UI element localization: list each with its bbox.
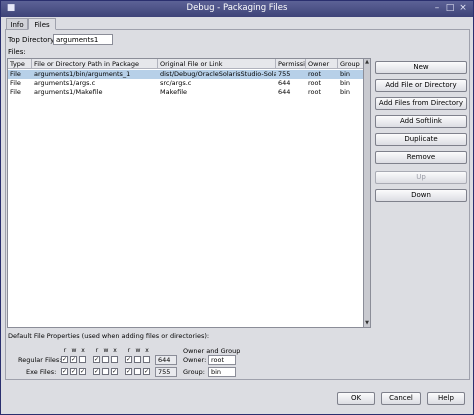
exe-files-label: Exe Files: (26, 368, 57, 376)
help-button[interactable]: Help (427, 392, 465, 405)
owner-input[interactable]: root (208, 355, 236, 365)
cell-type: File (10, 70, 21, 78)
group-label: Group: (183, 368, 205, 376)
title-bar[interactable]: ■ Debug - Packaging Files – □ × (1, 1, 473, 17)
cell-original: src/args.c (160, 79, 192, 87)
cell-original: Makefile (160, 88, 188, 96)
exe-owner-write-checkbox[interactable]: ✓ (70, 368, 77, 375)
exe-group-read-checkbox[interactable]: ✓ (93, 368, 100, 375)
perm-letter-r: r (127, 347, 131, 354)
down-button[interactable]: Down (375, 189, 467, 202)
default-properties-title: Default File Properties (used when addin… (8, 332, 210, 340)
table-vertical-scrollbar[interactable]: ▲ ▼ (363, 58, 371, 328)
regular-group-read-checkbox[interactable]: ✓ (93, 356, 100, 363)
exe-other-read-checkbox[interactable]: ✓ (125, 368, 132, 375)
column-header-permissions[interactable]: Permissi... (276, 59, 306, 69)
perm-letter-x: x (81, 347, 85, 354)
maximize-icon[interactable]: □ (444, 3, 456, 14)
exe-group-exec-checkbox[interactable]: ✓ (111, 368, 118, 375)
cell-permissions: 644 (278, 88, 291, 96)
exe-owner-read-checkbox[interactable]: ✓ (61, 368, 68, 375)
perm-letter-x: x (113, 347, 117, 354)
add-softlink-button[interactable]: Add Softlink (375, 115, 467, 128)
cell-permissions: 644 (278, 79, 291, 87)
regular-other-write-checkbox[interactable] (134, 356, 141, 363)
cell-permissions: 755 (278, 70, 291, 78)
perm-letter-w: w (135, 347, 141, 354)
regular-owner-read-checkbox[interactable]: ✓ (61, 356, 68, 363)
regular-files-label: Regular Files: (18, 356, 62, 364)
regular-other-exec-checkbox[interactable] (143, 356, 150, 363)
column-header-owner[interactable]: Owner (306, 59, 338, 69)
perm-letter-r: r (95, 347, 99, 354)
table-row[interactable]: File arguments1/args.c src/args.c 644 ro… (8, 79, 369, 88)
perm-letter-w: w (103, 347, 109, 354)
cell-path: arguments1/bin/arguments_1 (34, 70, 131, 78)
table-row[interactable]: File arguments1/Makefile Makefile 644 ro… (8, 88, 369, 97)
perm-letter-w: w (71, 347, 77, 354)
group-input[interactable]: bin (208, 367, 236, 377)
exe-group-write-checkbox[interactable] (102, 368, 109, 375)
column-header-path[interactable]: File or Directory Path in Package (32, 59, 158, 69)
cell-owner: root (308, 79, 322, 87)
cell-path: arguments1/Makefile (34, 88, 103, 96)
regular-other-read-checkbox[interactable]: ✓ (125, 356, 132, 363)
remove-button[interactable]: Remove (375, 151, 467, 164)
scroll-down-arrow-icon[interactable]: ▼ (364, 320, 370, 327)
cell-owner: root (308, 70, 322, 78)
regular-group-write-checkbox[interactable] (102, 356, 109, 363)
tab-files[interactable]: Files (28, 18, 56, 30)
regular-owner-exec-checkbox[interactable] (79, 356, 86, 363)
regular-permission-value: 644 (155, 355, 177, 365)
window-title: Debug - Packaging Files (186, 3, 288, 13)
regular-group-exec-checkbox[interactable] (111, 356, 118, 363)
exe-other-exec-checkbox[interactable]: ✓ (143, 368, 150, 375)
duplicate-button[interactable]: Duplicate (375, 133, 467, 146)
owner-label: Owner: (183, 356, 207, 364)
new-button[interactable]: New (375, 61, 467, 74)
packaging-files-dialog: ■ Debug - Packaging Files – □ × Info Fil… (0, 0, 474, 415)
top-directory-label: Top Directory: (8, 36, 57, 44)
cell-original: dist/Debug/OracleSolarisStudio-Solari... (160, 70, 276, 78)
up-button[interactable]: Up (375, 171, 467, 184)
cell-type: File (10, 88, 21, 96)
ok-button[interactable]: OK (337, 392, 375, 405)
cancel-button[interactable]: Cancel (381, 392, 421, 405)
table-header: Type File or Directory Path in Package O… (8, 59, 369, 69)
table-row[interactable]: File arguments1/bin/arguments_1 dist/Deb… (8, 70, 369, 79)
add-file-or-directory-button[interactable]: Add File or Directory (375, 79, 467, 92)
cell-type: File (10, 79, 21, 87)
scroll-up-arrow-icon[interactable]: ▲ (364, 59, 370, 66)
exe-permission-value: 755 (155, 367, 177, 377)
files-label: Files: (8, 48, 26, 56)
perm-letter-x: x (145, 347, 149, 354)
cell-owner: root (308, 88, 322, 96)
add-files-from-directory-button[interactable]: Add Files from Directory (375, 97, 467, 110)
column-header-original[interactable]: Original File or Link (158, 59, 276, 69)
files-table[interactable]: Type File or Directory Path in Package O… (7, 58, 370, 328)
top-directory-input[interactable] (53, 34, 113, 45)
minimize-icon[interactable]: – (431, 3, 443, 14)
owner-group-title: Owner and Group (183, 347, 241, 355)
close-icon[interactable]: × (457, 3, 469, 14)
cell-path: arguments1/args.c (34, 79, 96, 87)
regular-owner-write-checkbox[interactable]: ✓ (70, 356, 77, 363)
exe-other-write-checkbox[interactable] (134, 368, 141, 375)
exe-owner-exec-checkbox[interactable]: ✓ (79, 368, 86, 375)
column-header-type[interactable]: Type (8, 59, 32, 69)
perm-letter-r: r (63, 347, 67, 354)
